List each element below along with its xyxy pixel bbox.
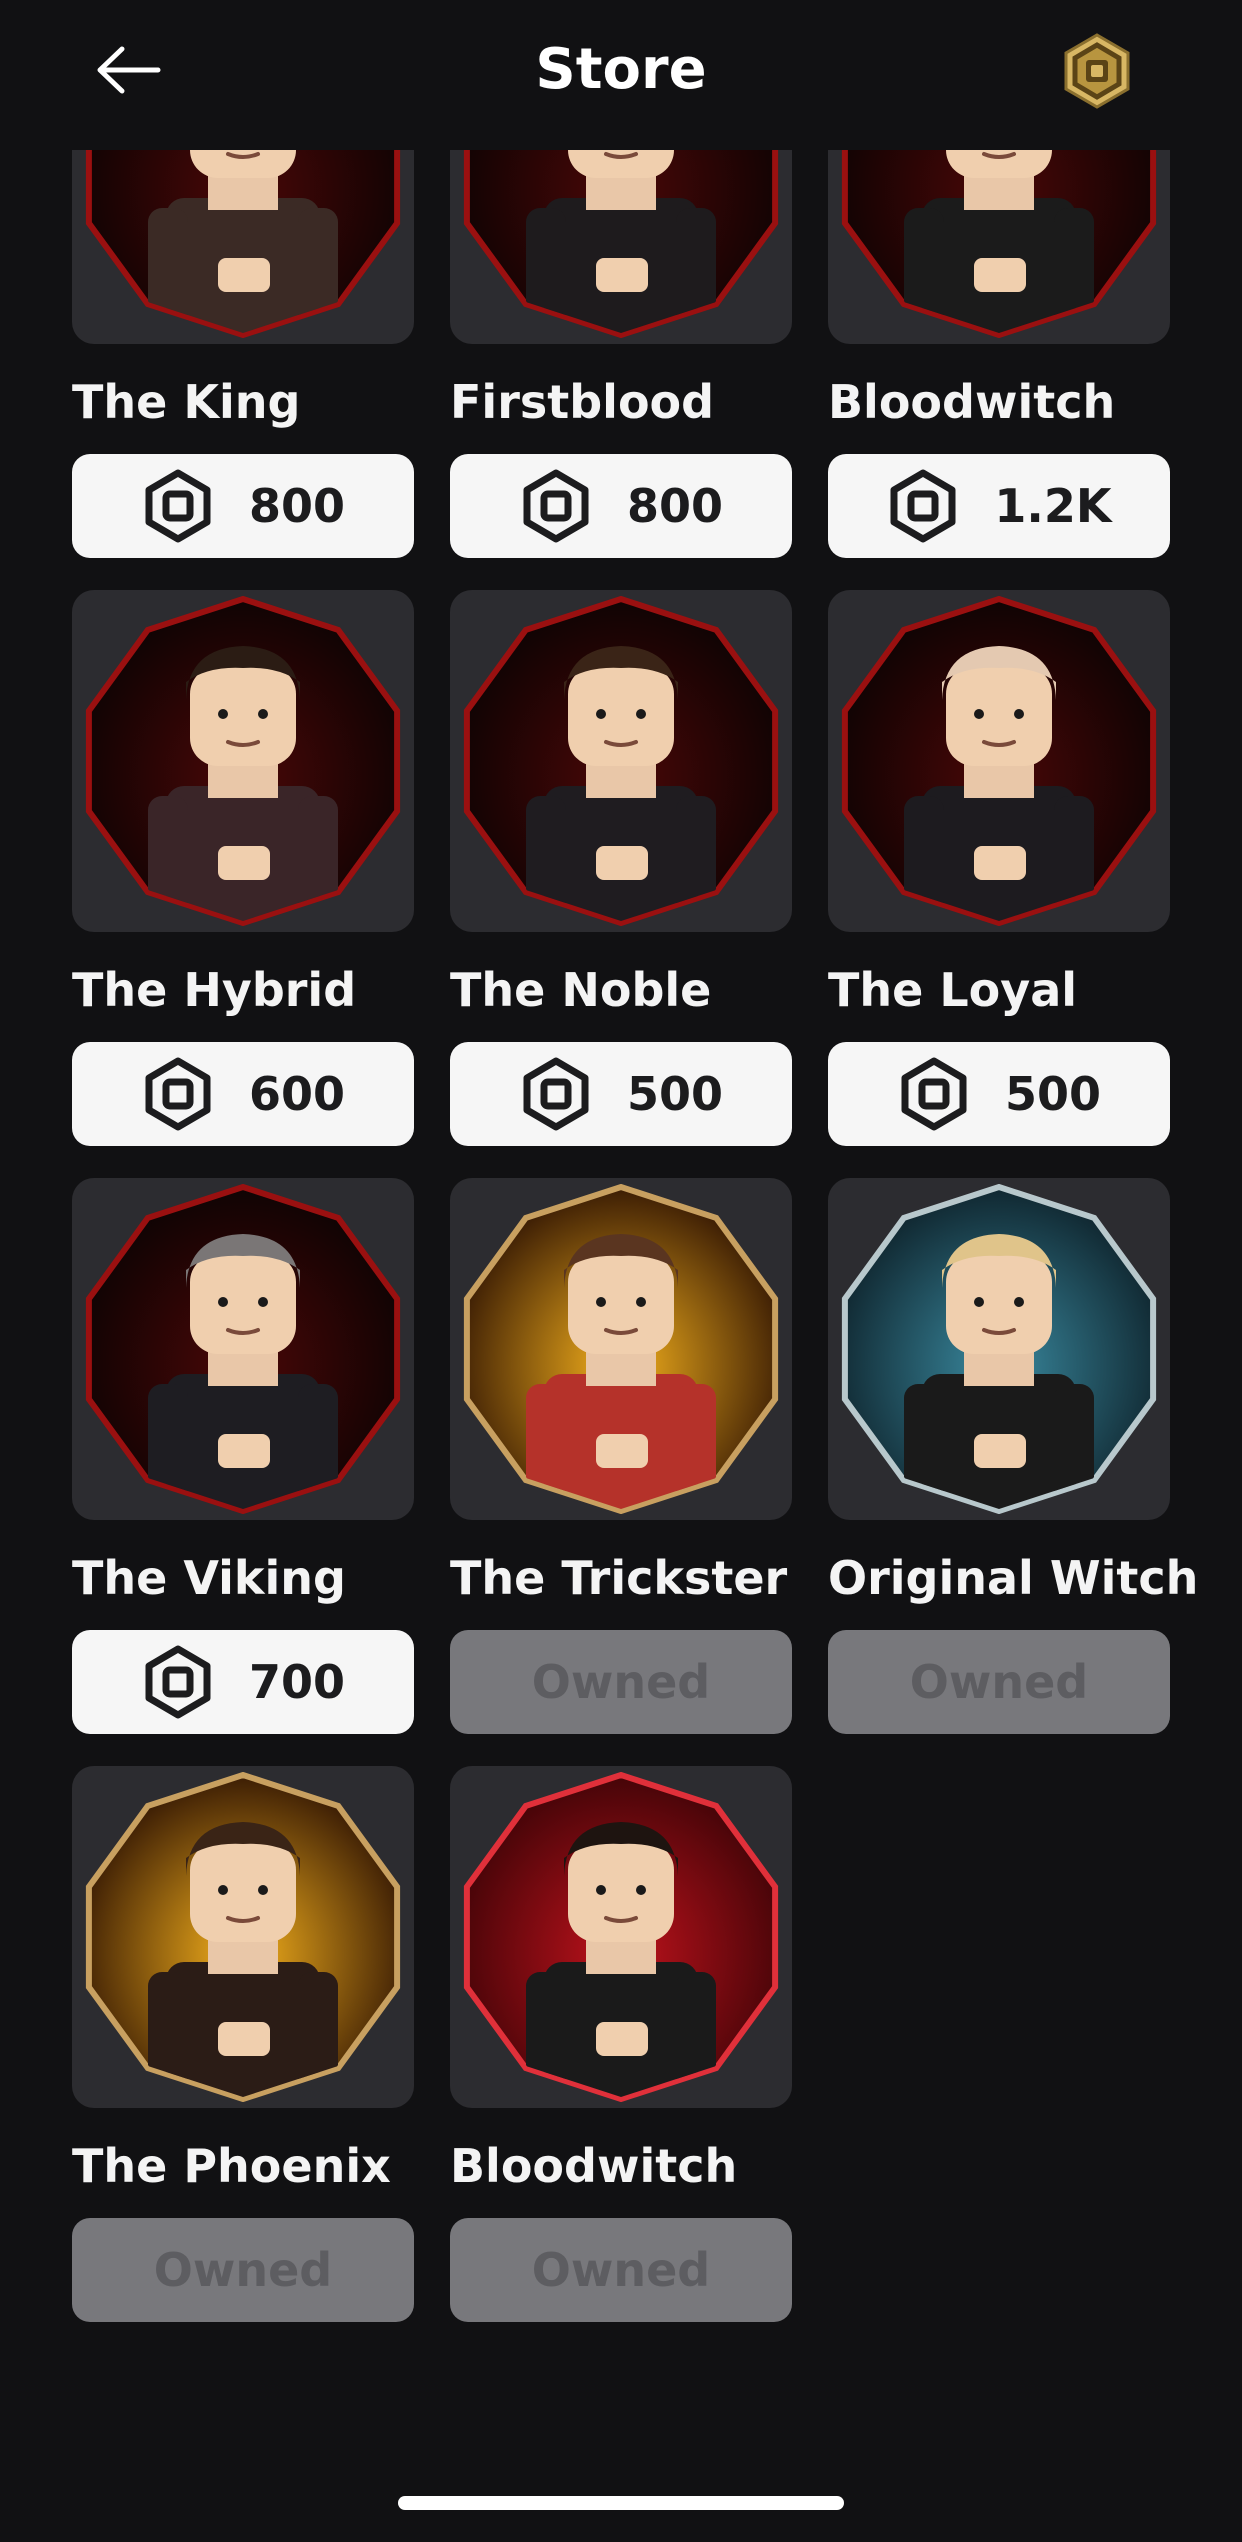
item-thumbnail[interactable] [72,1178,414,1520]
item-name: Firstblood [450,375,715,429]
price-label: Owned [531,2243,711,2297]
owned-button[interactable]: Owned [828,1630,1170,1734]
character-portrait-icon [463,150,779,338]
buy-button[interactable]: 500 [450,1042,792,1146]
robux-icon [145,1645,211,1719]
robux-icon [901,1057,967,1131]
item-thumbnail[interactable] [72,150,414,344]
buy-button[interactable]: 700 [72,1630,414,1734]
item-name: Original Witch [828,1551,1199,1605]
robux-icon [890,469,956,543]
robux-icon [523,1057,589,1131]
item-name: The Hybrid [72,963,357,1017]
item-thumbnail[interactable] [828,590,1170,932]
character-portrait-icon [463,1772,779,2102]
buy-button[interactable]: 800 [450,454,792,558]
price-label: 800 [248,479,346,533]
price-label: Owned [909,1655,1089,1709]
character-portrait-icon [841,596,1157,926]
character-portrait-icon [841,150,1157,338]
item-thumbnail[interactable] [450,1178,792,1520]
item-name: The Loyal [828,963,1078,1017]
store-item-card[interactable]: Bloodwitch 1.2K [828,150,1170,558]
price-label: 700 [248,1655,346,1709]
home-indicator[interactable] [398,2496,844,2510]
character-portrait-icon [841,1184,1157,1514]
item-thumbnail[interactable] [450,590,792,932]
owned-button[interactable]: Owned [450,1630,792,1734]
item-name: The Phoenix [72,2139,391,2193]
item-thumbnail[interactable] [72,590,414,932]
price-label: 500 [626,1067,724,1121]
item-name: Bloodwitch [828,375,1116,429]
price-label: Owned [531,1655,711,1709]
item-name: Bloodwitch [450,2139,738,2193]
price-label: 800 [626,479,724,533]
item-name: The King [72,375,301,429]
store-item-card[interactable]: The Trickster Owned [450,1178,792,1734]
store-item-card[interactable]: The Hybrid 600 [72,590,414,1146]
character-portrait-icon [463,1184,779,1514]
price-label: 1.2K [994,479,1112,533]
owned-button[interactable]: Owned [450,2218,792,2322]
item-thumbnail[interactable] [450,1766,792,2108]
item-name: The Noble [450,963,712,1017]
item-thumbnail[interactable] [72,1766,414,2108]
header: Store [0,0,1242,150]
item-name: The Trickster [450,1551,788,1605]
store-grid[interactable]: The King 800 Firstblood 800 Bloodwitch 1.2K Th… [0,150,1242,2500]
store-item-card[interactable]: Bloodwitch Owned [450,1766,792,2322]
character-portrait-icon [85,596,401,926]
store-item-card[interactable]: The King 800 [72,150,414,558]
robux-icon [145,1057,211,1131]
robux-icon [145,469,211,543]
store-item-card[interactable]: Original Witch Owned [828,1178,1199,1734]
buy-button[interactable]: 500 [828,1042,1170,1146]
store-item-card[interactable]: The Viking 700 [72,1178,414,1734]
item-thumbnail[interactable] [828,150,1170,344]
item-thumbnail[interactable] [450,150,792,344]
price-label: 500 [1004,1067,1102,1121]
robux-gold-icon [1064,33,1130,109]
price-label: 600 [248,1067,346,1121]
item-thumbnail[interactable] [828,1178,1170,1520]
character-portrait-icon [85,150,401,338]
store-item-card[interactable]: The Phoenix Owned [72,1766,414,2322]
character-portrait-icon [463,596,779,926]
robux-icon [523,469,589,543]
item-name: The Viking [72,1551,346,1605]
robux-balance-button[interactable] [1054,28,1140,114]
store-item-card[interactable]: The Noble 500 [450,590,792,1146]
character-portrait-icon [85,1184,401,1514]
price-label: Owned [153,2243,333,2297]
character-portrait-icon [85,1772,401,2102]
owned-button[interactable]: Owned [72,2218,414,2322]
buy-button[interactable]: 800 [72,454,414,558]
buy-button[interactable]: 1.2K [828,454,1170,558]
store-item-card[interactable]: The Loyal 500 [828,590,1170,1146]
buy-button[interactable]: 600 [72,1042,414,1146]
store-item-card[interactable]: Firstblood 800 [450,150,792,558]
